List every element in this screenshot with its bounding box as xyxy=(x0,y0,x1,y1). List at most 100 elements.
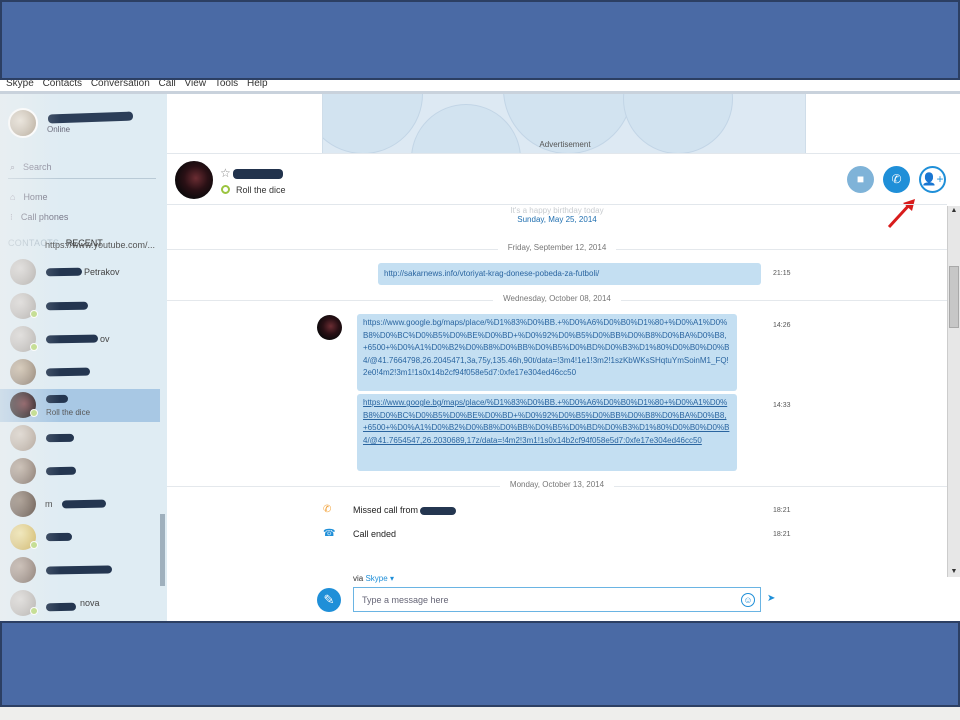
contact-item[interactable]: m xyxy=(0,488,160,521)
sender-avatar[interactable] xyxy=(317,315,342,340)
contact-item[interactable] xyxy=(0,290,160,323)
redacted-name xyxy=(45,267,83,277)
contact-item[interactable] xyxy=(0,554,160,587)
message-bubble-link[interactable]: http://sakarnews.info/vtoriyat-krag-done… xyxy=(378,263,761,285)
contact-avatar[interactable] xyxy=(173,159,215,201)
date-label: Friday, September 12, 2014 xyxy=(497,243,617,252)
search-label: Search xyxy=(23,162,52,172)
message-time: 14:26 xyxy=(773,322,791,329)
menu-contacts[interactable]: Contacts xyxy=(43,80,82,89)
emoji-icon[interactable]: ☺ xyxy=(741,593,755,607)
contact-item[interactable]: ov xyxy=(0,323,160,356)
contact-mood: Roll the dice xyxy=(236,185,286,195)
redacted-name xyxy=(45,532,73,542)
attach-button[interactable]: ✎ xyxy=(317,588,341,612)
message-bubble-link[interactable]: https://www.google.bg/maps/place/%D1%83%… xyxy=(357,394,737,471)
add-people-button[interactable]: 👤+ xyxy=(919,166,946,193)
status-dot xyxy=(30,310,38,318)
contact-item-selected[interactable]: Roll the dice xyxy=(0,389,160,422)
message-composer: ☺ xyxy=(353,587,761,612)
status-dot xyxy=(30,607,38,615)
top-blue-band xyxy=(0,0,960,80)
contact-mood: Roll the dice xyxy=(46,408,91,417)
contact-name: ov xyxy=(100,334,110,344)
avatar xyxy=(10,425,36,451)
search-box[interactable]: ⌕ Search xyxy=(10,162,52,173)
contact-item[interactable]: nova xyxy=(0,587,160,620)
mood-ring-icon xyxy=(221,185,230,194)
redacted-name xyxy=(45,394,69,404)
message-time: 21:15 xyxy=(773,270,791,277)
menu-help[interactable]: Help xyxy=(247,80,268,89)
call-event-text: Missed call from xyxy=(353,505,419,515)
attach-icon: ✎ xyxy=(323,592,335,607)
menu-tools[interactable]: Tools xyxy=(215,80,238,89)
video-call-button[interactable]: ■ xyxy=(847,166,874,193)
via-label: via xyxy=(353,574,364,583)
avatar xyxy=(10,491,36,517)
message-bubble-link[interactable]: https://www.google.bg/maps/place/%D1%83%… xyxy=(357,314,737,391)
status-dot xyxy=(30,343,38,351)
nav-call-phones[interactable]: ⁝ Call phones xyxy=(10,212,68,223)
contact-name: m xyxy=(45,499,53,509)
contact-name-redacted xyxy=(233,169,283,179)
redacted-name xyxy=(61,499,107,509)
date-label: Sunday, May 25, 2014 xyxy=(507,215,607,224)
avatar xyxy=(10,359,36,385)
contact-item[interactable]: Petrakov xyxy=(0,256,160,289)
redacted-name xyxy=(45,565,113,575)
event-time: 18:21 xyxy=(773,507,791,514)
call-button[interactable]: ✆ xyxy=(883,166,910,193)
redacted-name xyxy=(45,466,77,476)
contact-item[interactable] xyxy=(0,422,160,455)
redacted-name xyxy=(45,433,75,443)
add-contact-icon: 👤+ xyxy=(921,172,944,186)
menu-call[interactable]: Call xyxy=(159,80,176,89)
bottom-blue-band xyxy=(0,621,960,707)
via-service: Skype xyxy=(365,574,388,583)
redacted-name xyxy=(45,301,89,311)
date-separator: Wednesday, October 08, 2014 xyxy=(167,294,947,306)
date-label: Monday, October 13, 2014 xyxy=(499,480,615,489)
ghost-notice: It's a happy birthday today xyxy=(510,206,604,215)
call-ended-icon: ☎ xyxy=(323,528,336,539)
video-call-icon: ■ xyxy=(856,172,865,186)
call-event: Missed call from xyxy=(353,505,457,515)
my-avatar[interactable] xyxy=(8,108,38,138)
event-time: 18:21 xyxy=(773,531,791,538)
menu-view[interactable]: View xyxy=(185,80,207,89)
advertisement-banner[interactable]: Advertisement xyxy=(322,94,806,153)
via-selector[interactable]: via Skype ▾ xyxy=(353,574,394,583)
contact-item[interactable] xyxy=(0,356,160,389)
contact-name: Petrakov xyxy=(84,267,120,277)
message-time: 14:33 xyxy=(773,402,791,409)
sidebar-scrollbar[interactable] xyxy=(160,514,165,586)
star-icon[interactable]: ☆ xyxy=(220,166,231,180)
my-status[interactable]: Online xyxy=(47,125,70,134)
redacted-name xyxy=(420,506,457,515)
my-name-redacted xyxy=(47,111,134,124)
conversation-pane: Advertisement ☆ Roll the dice ■ ✆ 👤+ It'… xyxy=(167,94,960,621)
menu-skype[interactable]: Skype xyxy=(6,80,34,89)
contact-item[interactable] xyxy=(0,455,160,488)
phone-icon: ✆ xyxy=(891,172,902,186)
menu-conversation[interactable]: Conversation xyxy=(91,80,150,89)
menu-bar: Skype Contacts Conversation Call View To… xyxy=(0,80,960,91)
status-dot xyxy=(30,541,38,549)
avatar xyxy=(10,259,36,285)
scrollbar-thumb[interactable] xyxy=(949,266,959,328)
date-separator: Sunday, May 25, 2014 xyxy=(167,215,947,227)
nav-home[interactable]: ⌂ Home xyxy=(10,192,47,202)
dialpad-icon: ⁝ xyxy=(10,212,13,222)
send-icon[interactable]: ➤ xyxy=(767,593,775,604)
contact-item[interactable]: https://www.youtube.com/... xyxy=(0,236,160,254)
scroll-down-icon[interactable]: ▼ xyxy=(948,567,960,577)
chevron-down-icon: ▾ xyxy=(389,574,394,583)
message-input[interactable] xyxy=(362,593,732,607)
date-separator: Monday, October 13, 2014 xyxy=(167,480,947,492)
redacted-name xyxy=(45,602,77,612)
conversation-scrollbar[interactable]: ▲ ▼ xyxy=(947,206,960,577)
sidebar-divider xyxy=(8,178,156,179)
contact-item[interactable] xyxy=(0,521,160,554)
scroll-up-icon[interactable]: ▲ xyxy=(948,206,960,216)
